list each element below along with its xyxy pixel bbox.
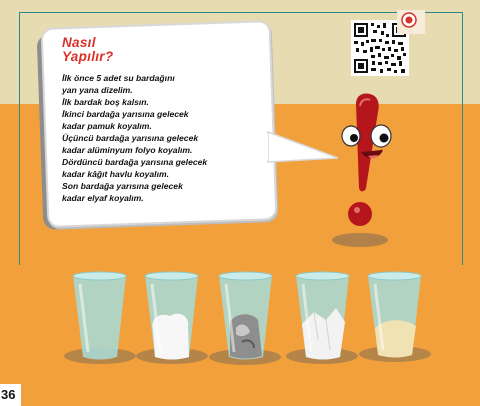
glass-3-foil xyxy=(218,271,273,360)
glasses-row xyxy=(64,271,431,365)
glass-2-cotton xyxy=(144,271,199,360)
glass-1-empty xyxy=(72,271,127,360)
book-page: Nasıl Yapılır? İlk önce 5 adet su bardağ… xyxy=(0,0,480,406)
glass-4-paper-towel xyxy=(295,271,350,360)
glass-5-fiber xyxy=(367,271,422,358)
page-number: 36 xyxy=(0,384,21,406)
